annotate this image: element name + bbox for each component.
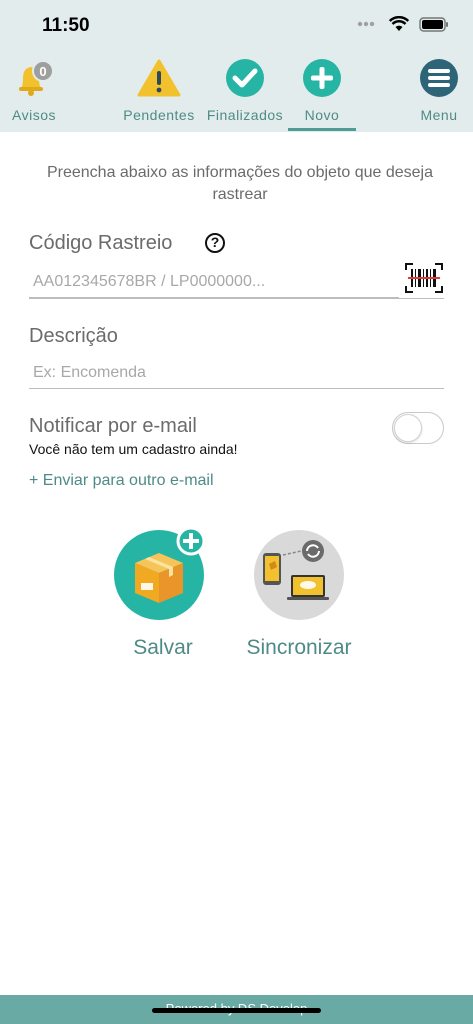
status-bar: 11:50 — [0, 0, 473, 50]
sync-label: Sincronizar — [246, 636, 352, 659]
nav-finalizados[interactable]: Finalizados — [202, 58, 288, 123]
home-indicator[interactable] — [152, 1008, 321, 1013]
check-circle-icon — [226, 59, 264, 97]
no-account-notice: Você não tem um cadastro ainda! — [29, 441, 238, 457]
signal-icon — [357, 21, 379, 27]
nav-pendentes-label: Pendentes — [123, 107, 195, 123]
form-intro: Preencha abaixo as informações do objeto… — [46, 164, 434, 203]
nav-pendentes[interactable]: Pendentes — [121, 58, 197, 123]
barcode-scan-icon[interactable] — [405, 263, 443, 293]
nav-menu[interactable]: Menu — [413, 58, 465, 123]
battery-icon — [419, 16, 448, 32]
nav-novo-label: Novo — [304, 107, 340, 123]
sync-button[interactable]: Sincronizar — [240, 527, 358, 660]
wifi-icon — [389, 16, 409, 31]
notify-email-toggle[interactable] — [392, 412, 444, 444]
nav-active-indicator — [288, 128, 356, 131]
send-other-email-link[interactable]: + Enviar para outro e-mail — [29, 472, 214, 490]
codigo-input[interactable] — [29, 266, 399, 298]
status-icons — [357, 16, 449, 32]
status-time: 11:50 — [42, 15, 90, 36]
descricao-input[interactable] — [29, 357, 444, 389]
nav-finalizados-label: Finalizados — [206, 107, 284, 123]
nav-avisos-label: Avisos — [12, 107, 56, 123]
codigo-label: Código Rastreio — [29, 232, 173, 254]
top-navigation: 0 Avisos Pendentes Finalizados Novo Menu — [0, 50, 473, 132]
save-label: Salvar — [133, 636, 193, 659]
notificar-label: Notificar por e-mail — [29, 415, 197, 437]
help-icon[interactable]: ? — [205, 233, 225, 253]
menu-icon — [420, 59, 458, 97]
nav-avisos[interactable]: 0 Avisos — [8, 58, 60, 123]
bell-icon: 0 — [19, 60, 54, 96]
descricao-label: Descrição — [29, 325, 118, 347]
sync-devices-icon — [254, 530, 344, 620]
avisos-badge: 0 — [39, 64, 46, 79]
save-button[interactable]: Salvar — [113, 526, 213, 660]
nav-novo[interactable]: Novo — [294, 58, 350, 123]
plus-circle-icon — [303, 59, 341, 97]
toggle-knob — [394, 414, 422, 442]
nav-menu-label: Menu — [420, 107, 458, 123]
package-add-icon — [114, 526, 206, 620]
warning-icon — [137, 59, 181, 97]
codigo-underline — [29, 298, 444, 299]
